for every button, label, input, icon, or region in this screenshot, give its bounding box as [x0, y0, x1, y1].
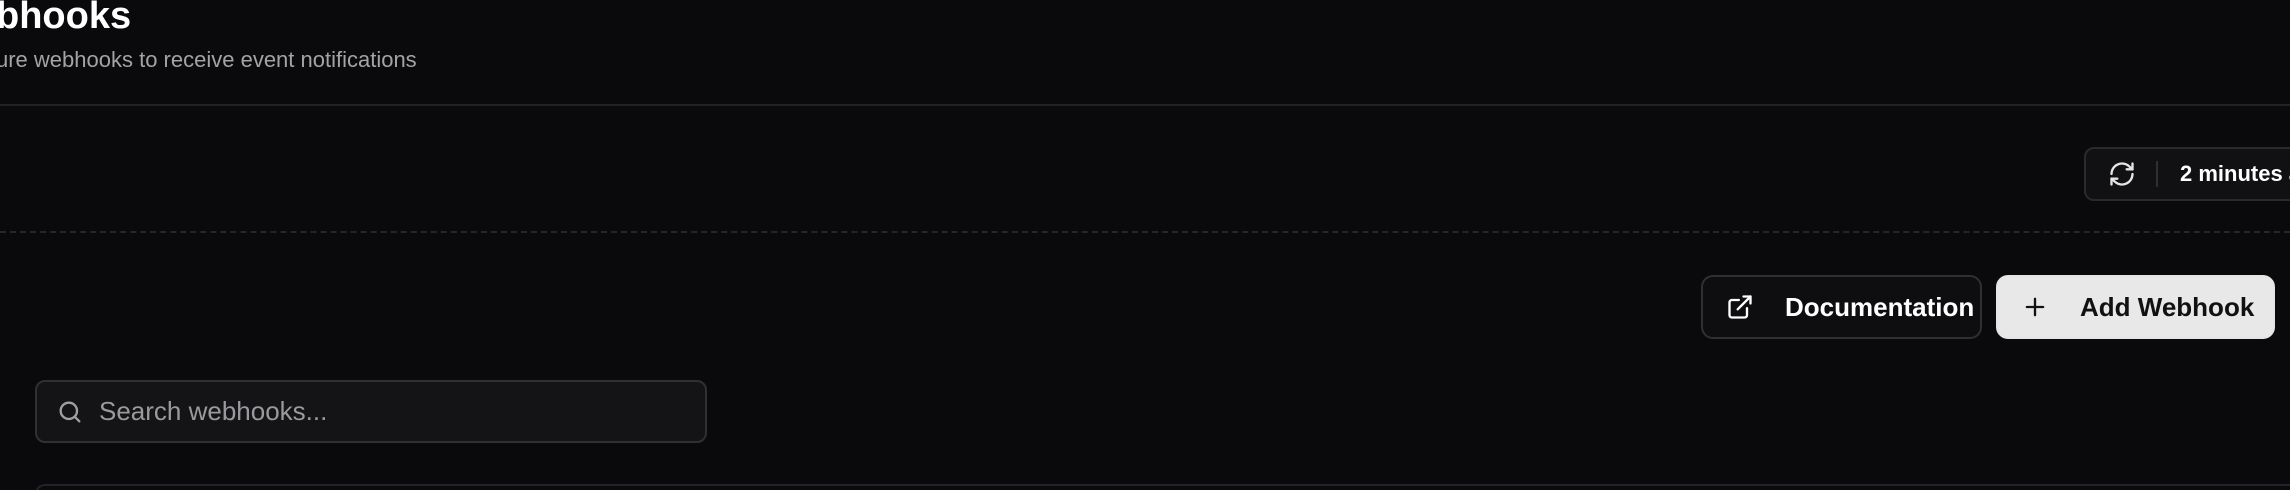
search-icon: [55, 397, 85, 427]
page-subtitle: ure webhooks to receive event notificati…: [0, 47, 417, 72]
documentation-button-label: Documentation: [1785, 291, 1975, 322]
section-divider: [0, 231, 2290, 233]
header-divider: [0, 104, 2290, 106]
search-field[interactable]: [35, 380, 707, 443]
add-webhook-button-label: Add Webhook: [2080, 291, 2255, 322]
page-title: bhooks: [0, 0, 132, 37]
add-webhook-button[interactable]: Add Webhook: [1996, 275, 2275, 339]
webhooks-table: [35, 484, 2290, 490]
external-link-icon: [1725, 292, 1755, 322]
refresh-icon: [2108, 160, 2136, 188]
plus-icon: [2020, 292, 2050, 322]
last-refreshed-label: 2 minutes a: [2180, 161, 2290, 186]
search-input[interactable]: [99, 382, 705, 441]
webhooks-page: bhooks ure webhooks to receive event not…: [0, 0, 2290, 490]
documentation-button[interactable]: Documentation: [1701, 275, 1982, 339]
refresh-separator: [2156, 161, 2158, 187]
refresh-button[interactable]: 2 minutes a: [2084, 147, 2290, 201]
